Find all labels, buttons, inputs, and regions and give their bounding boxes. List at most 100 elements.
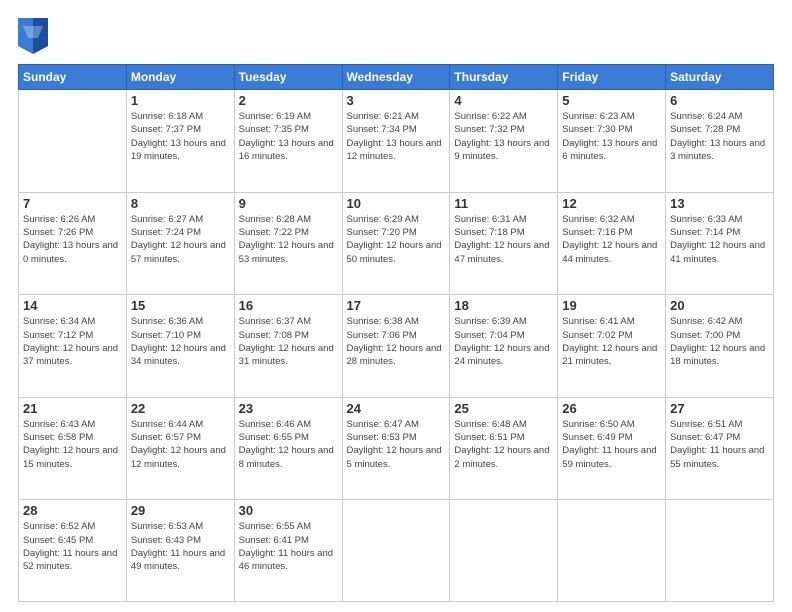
day-info: Sunrise: 6:32 AMSunset: 7:16 PMDaylight:… — [562, 213, 661, 266]
day-cell: 28Sunrise: 6:52 AMSunset: 6:45 PMDayligh… — [19, 500, 127, 602]
day-cell — [342, 500, 450, 602]
day-cell: 8 Sunrise: 6:27 AMSunset: 7:24 PMDaylight… — [126, 192, 234, 295]
day-cell — [666, 500, 774, 602]
day-number: 10 — [347, 196, 446, 211]
day-cell — [558, 500, 666, 602]
day-number: 29 — [131, 503, 230, 518]
day-number: 15 — [131, 298, 230, 313]
day-info: Sunrise: 6:34 AMSunset: 7:12 PMDaylight:… — [23, 315, 122, 368]
day-cell: 20Sunrise: 6:42 AMSunset: 7:00 PMDayligh… — [666, 295, 774, 398]
day-cell: 2 Sunrise: 6:19 AMSunset: 7:35 PMDaylight… — [234, 90, 342, 193]
logo-icon — [18, 18, 48, 54]
day-number: 9 — [239, 196, 338, 211]
day-number: 24 — [347, 401, 446, 416]
day-cell: 15 Sunrise: 6:36 AMSunset: 7:10 PMDayligh… — [126, 295, 234, 398]
day-cell: 19 Sunrise: 6:41 AMSunset: 7:02 PMDayligh… — [558, 295, 666, 398]
day-info: Sunrise: 6:18 AMSunset: 7:37 PMDaylight:… — [131, 110, 230, 163]
day-cell: 21Sunrise: 6:43 AMSunset: 6:58 PMDayligh… — [19, 397, 127, 500]
day-info: Sunrise: 6:19 AMSunset: 7:35 PMDaylight:… — [239, 110, 338, 163]
day-cell: 1 Sunrise: 6:18 AMSunset: 7:37 PMDaylight… — [126, 90, 234, 193]
day-cell: 13 Sunrise: 6:33 AMSunset: 7:14 PMDayligh… — [666, 192, 774, 295]
week-row: 14Sunrise: 6:34 AMSunset: 7:12 PMDayligh… — [19, 295, 774, 398]
day-cell: 30 Sunrise: 6:55 AMSunset: 6:41 PMDayligh… — [234, 500, 342, 602]
day-info: Sunrise: 6:47 AMSunset: 6:53 PMDaylight:… — [347, 418, 446, 471]
day-cell: 11 Sunrise: 6:31 AMSunset: 7:18 PMDayligh… — [450, 192, 558, 295]
day-info: Sunrise: 6:28 AMSunset: 7:22 PMDaylight:… — [239, 213, 338, 266]
day-info: Sunrise: 6:27 AMSunset: 7:24 PMDaylight:… — [131, 213, 230, 266]
day-cell: 22 Sunrise: 6:44 AMSunset: 6:57 PMDayligh… — [126, 397, 234, 500]
day-info: Sunrise: 6:31 AMSunset: 7:18 PMDaylight:… — [454, 213, 553, 266]
day-cell: 14Sunrise: 6:34 AMSunset: 7:12 PMDayligh… — [19, 295, 127, 398]
day-cell: 6 Sunrise: 6:24 AMSunset: 7:28 PMDaylight… — [666, 90, 774, 193]
weekday-header: Tuesday — [234, 65, 342, 90]
day-info: Sunrise: 6:48 AMSunset: 6:51 PMDaylight:… — [454, 418, 553, 471]
day-number: 30 — [239, 503, 338, 518]
day-number: 17 — [347, 298, 446, 313]
logo — [18, 18, 50, 54]
day-info: Sunrise: 6:33 AMSunset: 7:14 PMDaylight:… — [670, 213, 769, 266]
day-info: Sunrise: 6:53 AMSunset: 6:43 PMDaylight:… — [131, 520, 230, 573]
weekday-header: Thursday — [450, 65, 558, 90]
day-info: Sunrise: 6:21 AMSunset: 7:34 PMDaylight:… — [347, 110, 446, 163]
day-number: 22 — [131, 401, 230, 416]
day-cell: 5 Sunrise: 6:23 AMSunset: 7:30 PMDaylight… — [558, 90, 666, 193]
weekday-header-row: SundayMondayTuesdayWednesdayThursdayFrid… — [19, 65, 774, 90]
day-info: Sunrise: 6:36 AMSunset: 7:10 PMDaylight:… — [131, 315, 230, 368]
day-cell: 18 Sunrise: 6:39 AMSunset: 7:04 PMDayligh… — [450, 295, 558, 398]
day-cell: 16Sunrise: 6:37 AMSunset: 7:08 PMDayligh… — [234, 295, 342, 398]
header — [18, 18, 774, 54]
day-number: 5 — [562, 93, 661, 108]
day-info: Sunrise: 6:23 AMSunset: 7:30 PMDaylight:… — [562, 110, 661, 163]
day-number: 13 — [670, 196, 769, 211]
day-cell: 3 Sunrise: 6:21 AMSunset: 7:34 PMDaylight… — [342, 90, 450, 193]
day-cell: 10 Sunrise: 6:29 AMSunset: 7:20 PMDayligh… — [342, 192, 450, 295]
day-number: 25 — [454, 401, 553, 416]
day-number: 27 — [670, 401, 769, 416]
day-cell: 12 Sunrise: 6:32 AMSunset: 7:16 PMDayligh… — [558, 192, 666, 295]
day-cell: 17 Sunrise: 6:38 AMSunset: 7:06 PMDayligh… — [342, 295, 450, 398]
day-info: Sunrise: 6:37 AMSunset: 7:08 PMDaylight:… — [239, 315, 338, 368]
day-cell: 27Sunrise: 6:51 AMSunset: 6:47 PMDayligh… — [666, 397, 774, 500]
weekday-header: Friday — [558, 65, 666, 90]
day-number: 11 — [454, 196, 553, 211]
week-row: 28Sunrise: 6:52 AMSunset: 6:45 PMDayligh… — [19, 500, 774, 602]
day-number: 12 — [562, 196, 661, 211]
day-info: Sunrise: 6:24 AMSunset: 7:28 PMDaylight:… — [670, 110, 769, 163]
day-number: 28 — [23, 503, 122, 518]
week-row: 7Sunrise: 6:26 AMSunset: 7:26 PMDaylight… — [19, 192, 774, 295]
day-number: 6 — [670, 93, 769, 108]
page: SundayMondayTuesdayWednesdayThursdayFrid… — [0, 0, 792, 612]
day-info: Sunrise: 6:43 AMSunset: 6:58 PMDaylight:… — [23, 418, 122, 471]
weekday-header: Monday — [126, 65, 234, 90]
day-info: Sunrise: 6:26 AMSunset: 7:26 PMDaylight:… — [23, 213, 122, 266]
day-cell: 24 Sunrise: 6:47 AMSunset: 6:53 PMDayligh… — [342, 397, 450, 500]
weekday-header: Sunday — [19, 65, 127, 90]
calendar-table: SundayMondayTuesdayWednesdayThursdayFrid… — [18, 64, 774, 602]
day-number: 23 — [239, 401, 338, 416]
day-info: Sunrise: 6:50 AMSunset: 6:49 PMDaylight:… — [562, 418, 661, 471]
day-info: Sunrise: 6:22 AMSunset: 7:32 PMDaylight:… — [454, 110, 553, 163]
day-cell: 4 Sunrise: 6:22 AMSunset: 7:32 PMDaylight… — [450, 90, 558, 193]
day-cell: 7Sunrise: 6:26 AMSunset: 7:26 PMDaylight… — [19, 192, 127, 295]
day-info: Sunrise: 6:29 AMSunset: 7:20 PMDaylight:… — [347, 213, 446, 266]
day-info: Sunrise: 6:55 AMSunset: 6:41 PMDaylight:… — [239, 520, 338, 573]
day-info: Sunrise: 6:38 AMSunset: 7:06 PMDaylight:… — [347, 315, 446, 368]
day-number: 3 — [347, 93, 446, 108]
week-row: 21Sunrise: 6:43 AMSunset: 6:58 PMDayligh… — [19, 397, 774, 500]
day-number: 19 — [562, 298, 661, 313]
day-number: 2 — [239, 93, 338, 108]
weekday-header: Saturday — [666, 65, 774, 90]
day-info: Sunrise: 6:46 AMSunset: 6:55 PMDaylight:… — [239, 418, 338, 471]
day-cell: 25 Sunrise: 6:48 AMSunset: 6:51 PMDayligh… — [450, 397, 558, 500]
day-info: Sunrise: 6:42 AMSunset: 7:00 PMDaylight:… — [670, 315, 769, 368]
day-number: 8 — [131, 196, 230, 211]
day-number: 18 — [454, 298, 553, 313]
day-cell — [450, 500, 558, 602]
day-info: Sunrise: 6:39 AMSunset: 7:04 PMDaylight:… — [454, 315, 553, 368]
day-info: Sunrise: 6:41 AMSunset: 7:02 PMDaylight:… — [562, 315, 661, 368]
day-number: 1 — [131, 93, 230, 108]
day-cell: 26Sunrise: 6:50 AMSunset: 6:49 PMDayligh… — [558, 397, 666, 500]
day-number: 4 — [454, 93, 553, 108]
day-cell: 23 Sunrise: 6:46 AMSunset: 6:55 PMDayligh… — [234, 397, 342, 500]
day-info: Sunrise: 6:44 AMSunset: 6:57 PMDaylight:… — [131, 418, 230, 471]
